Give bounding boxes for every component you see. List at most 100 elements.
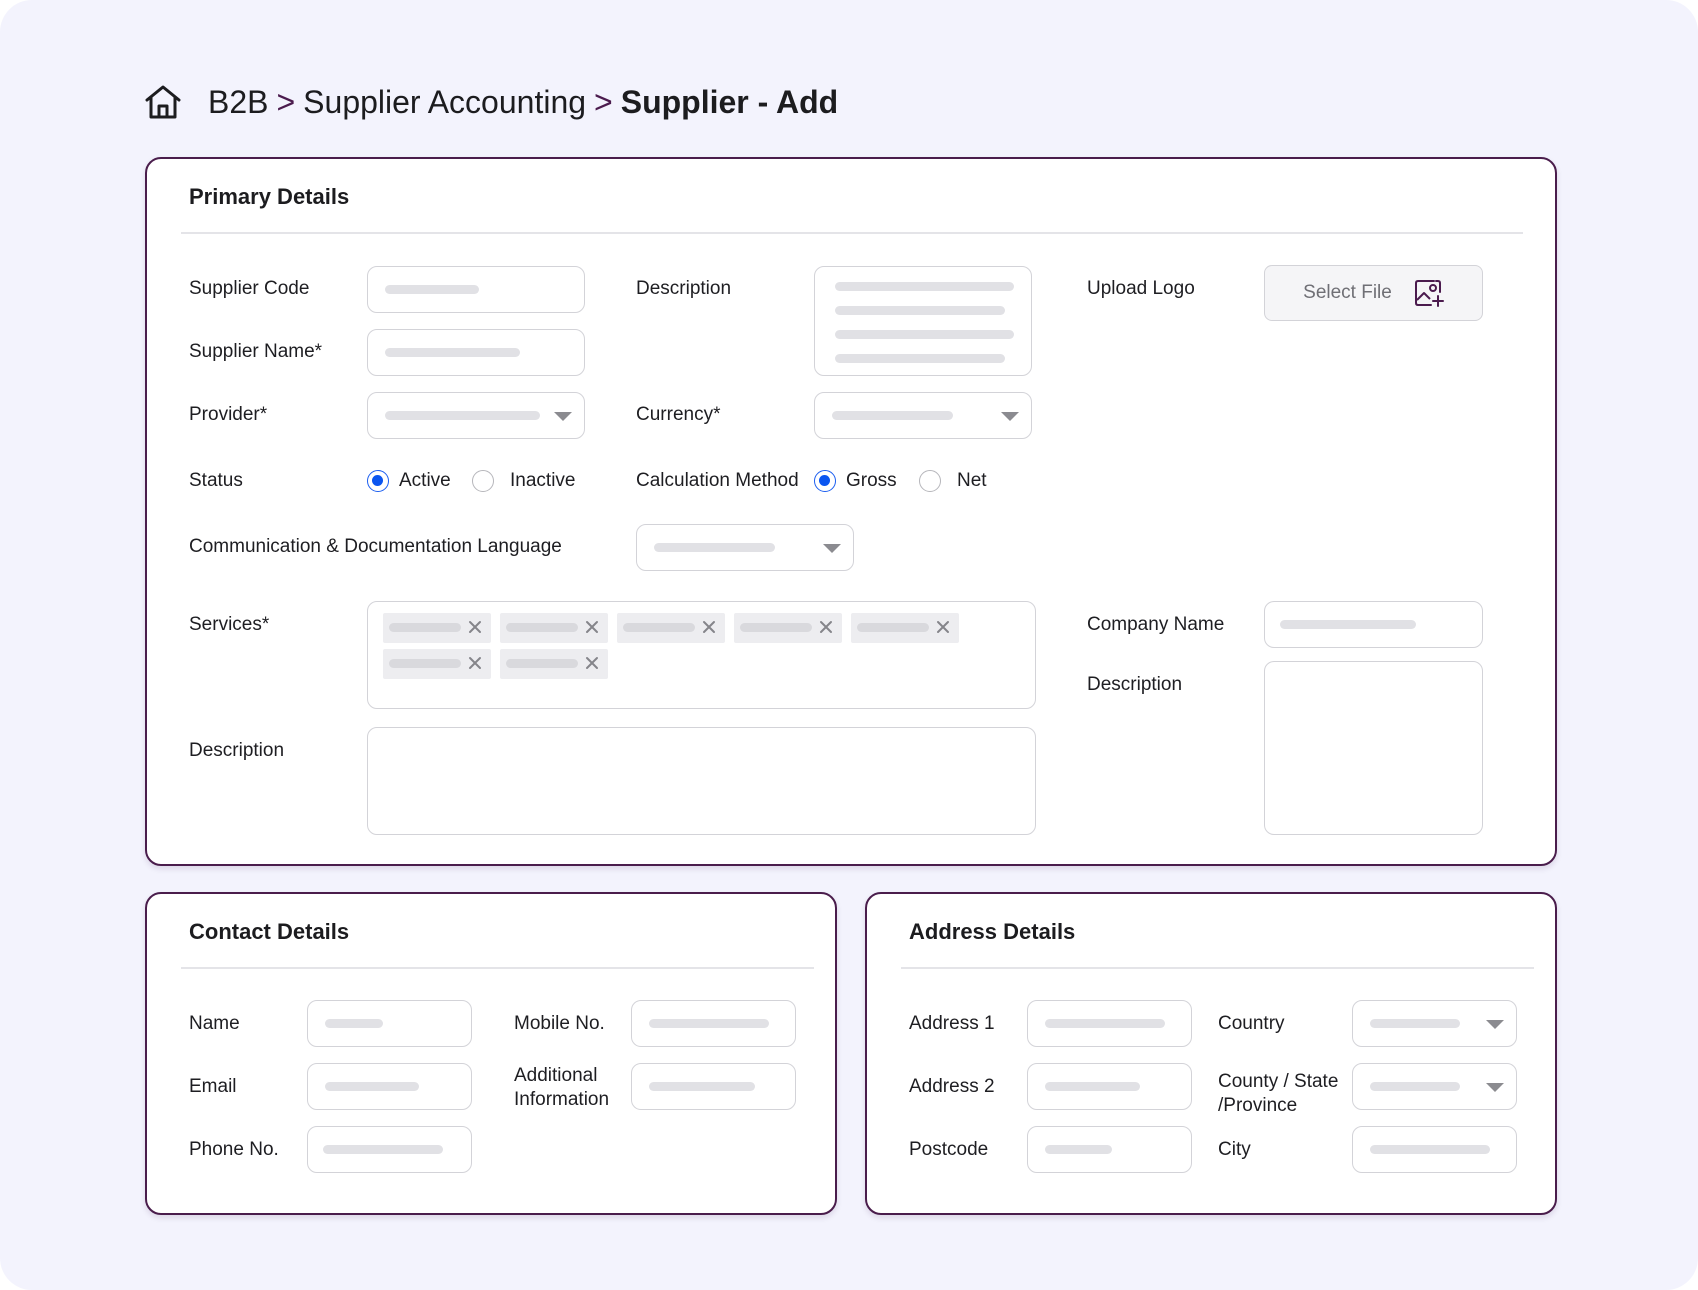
email-input[interactable] xyxy=(307,1063,472,1110)
currency-label: Currency* xyxy=(636,404,721,425)
supplier-name-label: Supplier Name* xyxy=(189,341,323,362)
county-label-line2: /Province xyxy=(1218,1095,1298,1116)
select-file-button[interactable]: Select File xyxy=(1264,265,1483,321)
service-chip[interactable] xyxy=(500,613,608,643)
placeholder-bar xyxy=(1370,1082,1460,1091)
address-details-card: Address Details Address 1 Address 2 Post… xyxy=(865,892,1557,1215)
address1-input[interactable] xyxy=(1027,1000,1192,1047)
placeholder-bar xyxy=(385,348,520,357)
service-chip[interactable] xyxy=(500,649,608,679)
status-label: Status xyxy=(189,470,243,491)
status-inactive-label[interactable]: Inactive xyxy=(510,469,575,493)
services-label: Services* xyxy=(189,614,270,635)
mobile-label: Mobile No. xyxy=(514,1013,605,1034)
mobile-input[interactable] xyxy=(631,1000,796,1047)
service-chip[interactable] xyxy=(383,613,491,643)
services-multiselect[interactable] xyxy=(367,601,1036,709)
address-details-title: Address Details xyxy=(909,919,1076,944)
breadcrumb-b2b[interactable]: B2B xyxy=(208,84,268,121)
select-file-label: Select File xyxy=(1303,282,1392,303)
supplier-code-input[interactable] xyxy=(367,266,585,313)
status-inactive-radio[interactable] xyxy=(472,470,494,492)
placeholder-bar xyxy=(385,285,479,294)
breadcrumb-separator: > xyxy=(594,83,613,120)
image-add-icon xyxy=(1414,280,1444,307)
provider-select[interactable] xyxy=(367,392,585,439)
address1-label: Address 1 xyxy=(909,1013,995,1034)
phone-label: Phone No. xyxy=(189,1139,279,1160)
address2-label: Address 2 xyxy=(909,1076,995,1097)
address2-input[interactable] xyxy=(1027,1063,1192,1110)
placeholder-bar xyxy=(835,354,1005,363)
services-description-textarea[interactable] xyxy=(367,727,1036,835)
chevron-down-icon xyxy=(1486,1083,1504,1092)
company-name-label: Company Name xyxy=(1087,614,1225,635)
language-select[interactable] xyxy=(636,524,854,571)
email-label: Email xyxy=(189,1076,237,1097)
phone-input[interactable] xyxy=(307,1126,472,1173)
placeholder-bar xyxy=(835,330,1014,339)
calc-gross-label[interactable]: Gross xyxy=(846,469,897,493)
primary-details-title: Primary Details xyxy=(189,184,350,209)
calculation-method-label: Calculation Method xyxy=(636,470,799,491)
city-input[interactable] xyxy=(1352,1126,1517,1173)
service-chip[interactable] xyxy=(617,613,725,643)
chevron-down-icon xyxy=(1001,412,1019,421)
breadcrumb-supplier-accounting[interactable]: Supplier Accounting xyxy=(303,84,586,121)
close-icon[interactable] xyxy=(583,654,601,672)
service-chip[interactable] xyxy=(851,613,959,643)
close-icon[interactable] xyxy=(934,618,952,636)
placeholder-bar xyxy=(1370,1145,1490,1154)
status-active-label[interactable]: Active xyxy=(399,469,451,493)
status-active-radio[interactable] xyxy=(367,470,389,492)
close-icon[interactable] xyxy=(466,654,484,672)
placeholder-bar xyxy=(385,411,540,420)
placeholder-bar xyxy=(623,623,695,632)
service-chip[interactable] xyxy=(383,649,491,679)
company-name-input[interactable] xyxy=(1264,601,1483,648)
company-description-textarea[interactable] xyxy=(1264,661,1483,835)
supplier-name-input[interactable] xyxy=(367,329,585,376)
close-icon[interactable] xyxy=(817,618,835,636)
name-input[interactable] xyxy=(307,1000,472,1047)
primary-details-card: Primary Details Supplier Code Supplier N… xyxy=(145,157,1557,866)
contact-details-title: Contact Details xyxy=(189,919,350,944)
placeholder-bar xyxy=(506,659,578,668)
placeholder-bar xyxy=(1045,1082,1140,1091)
close-icon[interactable] xyxy=(583,618,601,636)
services-description-label: Description xyxy=(189,740,285,761)
placeholder-bar xyxy=(835,306,1005,315)
county-select[interactable] xyxy=(1352,1063,1517,1110)
placeholder-bar xyxy=(325,1019,383,1028)
placeholder-bar xyxy=(740,623,812,632)
placeholder-bar xyxy=(1280,620,1416,629)
placeholder-bar xyxy=(325,1082,419,1091)
additional-info-label-line2: Information xyxy=(514,1089,610,1110)
home-icon[interactable] xyxy=(144,84,182,120)
close-icon[interactable] xyxy=(700,618,718,636)
country-select[interactable] xyxy=(1352,1000,1517,1047)
calc-gross-radio[interactable] xyxy=(814,470,836,492)
calc-net-label[interactable]: Net xyxy=(957,469,987,493)
county-label-line1: County / State xyxy=(1218,1071,1339,1092)
service-chip[interactable] xyxy=(734,613,842,643)
language-label: Communication & Documentation Language xyxy=(189,536,562,557)
placeholder-bar xyxy=(389,659,461,668)
additional-info-input[interactable] xyxy=(631,1063,796,1110)
close-icon[interactable] xyxy=(466,618,484,636)
placeholder-bar xyxy=(1045,1145,1112,1154)
supplier-code-label: Supplier Code xyxy=(189,278,310,299)
description-textarea[interactable] xyxy=(814,266,1032,376)
placeholder-bar xyxy=(506,623,578,632)
additional-info-label-line1: Additional xyxy=(514,1065,598,1086)
currency-select[interactable] xyxy=(814,392,1032,439)
placeholder-bar xyxy=(654,543,775,552)
placeholder-bar xyxy=(323,1145,443,1154)
breadcrumb-separator: > xyxy=(276,83,296,120)
page: B2B > Supplier Accounting > Supplier - A… xyxy=(0,0,1698,1290)
calc-net-radio[interactable] xyxy=(919,470,941,492)
postcode-label: Postcode xyxy=(909,1139,989,1160)
postcode-input[interactable] xyxy=(1027,1126,1192,1173)
placeholder-bar xyxy=(835,282,1014,291)
description-label: Description xyxy=(636,278,732,299)
